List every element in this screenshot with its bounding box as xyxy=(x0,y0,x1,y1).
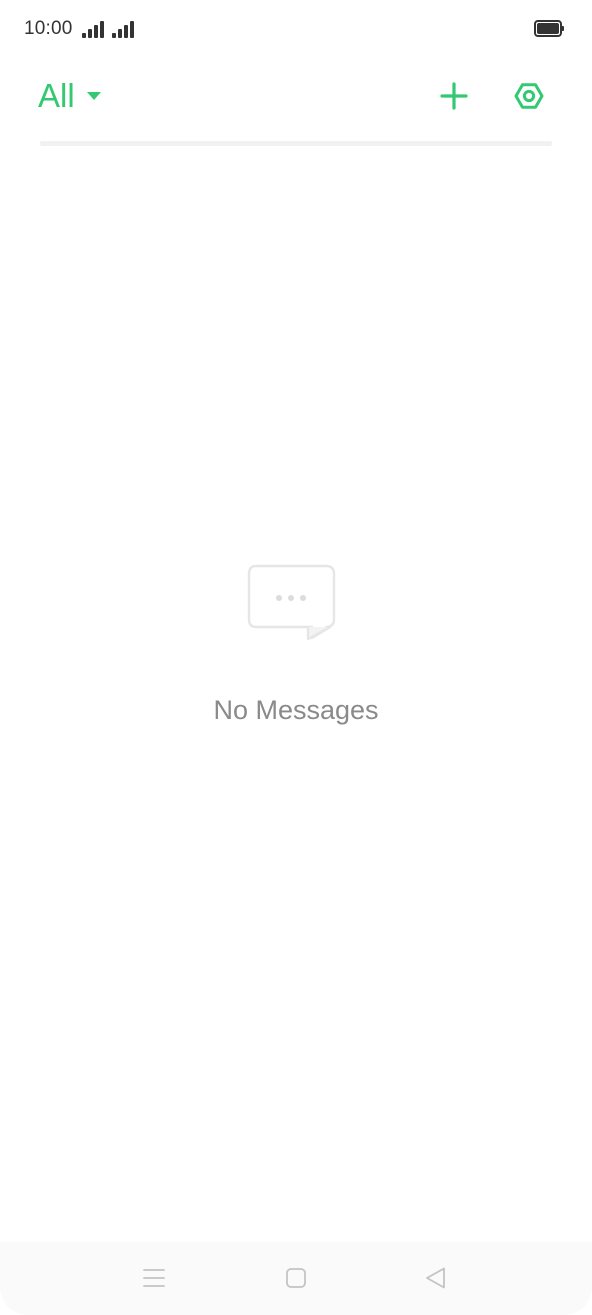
plus-icon xyxy=(440,82,468,110)
status-bar: 10:00 xyxy=(0,0,592,60)
filter-label: All xyxy=(38,77,75,114)
signal-icon xyxy=(82,20,108,38)
battery-icon xyxy=(534,20,564,37)
home-icon xyxy=(286,1268,306,1288)
signal-icon xyxy=(112,20,138,38)
home-button[interactable] xyxy=(276,1260,316,1296)
header-divider xyxy=(40,141,552,146)
caret-down-icon xyxy=(86,92,101,100)
navigation-bar xyxy=(0,1242,592,1315)
back-button[interactable] xyxy=(416,1260,456,1296)
settings-icon xyxy=(514,83,544,109)
menu-icon xyxy=(143,1269,165,1287)
recent-apps-button[interactable] xyxy=(134,1260,174,1296)
empty-state-text: No Messages xyxy=(213,695,379,725)
settings-button[interactable] xyxy=(505,72,553,120)
message-bubble-icon xyxy=(247,564,336,641)
status-time: 10:00 xyxy=(24,18,73,39)
filter-dropdown[interactable]: All xyxy=(38,72,101,120)
back-icon xyxy=(426,1267,445,1289)
new-message-button[interactable] xyxy=(430,72,478,120)
